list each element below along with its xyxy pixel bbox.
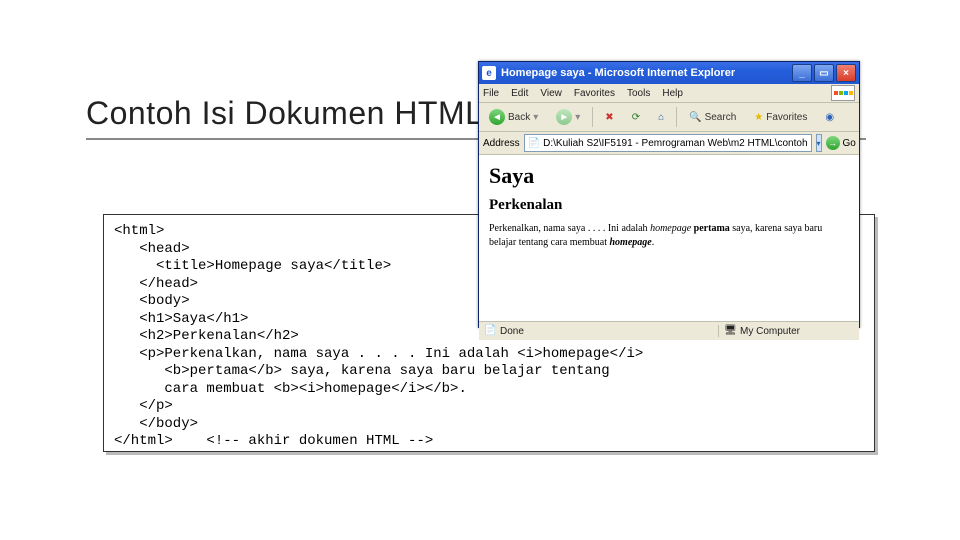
zone-text: My Computer [740,326,800,337]
separator [676,107,677,127]
my-computer-icon: 🖥 [724,325,736,337]
search-icon: 🔍 [689,112,701,123]
address-bar: Address 📄 D:\Kuliah S2\IF5191 - Pemrogra… [479,132,859,155]
address-value: D:\Kuliah S2\IF5191 - Pemrograman Web\m2… [543,138,807,149]
go-arrow-icon: → [826,136,840,150]
page-h1: Saya [489,163,849,189]
stop-button[interactable]: ✖ [599,110,619,125]
back-arrow-icon: ◄ [489,109,505,125]
favorites-label: Favorites [766,112,807,123]
address-label: Address [483,138,520,149]
media-icon: ◉ [825,112,834,123]
forward-button[interactable]: ► ▾ [550,107,586,127]
menu-favorites[interactable]: Favorites [574,88,615,99]
menu-edit[interactable]: Edit [511,88,528,99]
titlebar: e Homepage saya - Microsoft Internet Exp… [479,62,859,84]
page-done-icon: 📄 [484,325,496,337]
home-icon: ⌂ [658,112,664,123]
menubar: File Edit View Favorites Tools Help [479,84,859,103]
code-line: <h2>Perkenalan</h2> [114,328,299,344]
toolbar: ◄ Back ▾ ► ▾ ✖ ⟳ ⌂ 🔍 Search ★ Favorites … [479,103,859,132]
code-line: <html> [114,223,164,239]
close-button[interactable]: × [836,64,856,82]
refresh-button[interactable]: ⟳ [626,110,646,125]
go-label: Go [843,138,856,149]
code-line: <title>Homepage saya</title> [114,258,391,274]
code-line: </head> [114,276,198,292]
text: . [652,237,655,248]
page-paragraph: Perkenalkan, nama saya . . . . Ini adala… [489,222,849,250]
address-input[interactable]: 📄 D:\Kuliah S2\IF5191 - Pemrograman Web\… [524,134,812,152]
menu-view[interactable]: View [540,88,562,99]
slide: Contoh Isi Dokumen HTML <html> <head> <t… [0,0,960,540]
code-line: <body> [114,293,190,309]
back-label: Back [508,112,530,123]
back-button[interactable]: ◄ Back ▾ [483,107,544,127]
status-text: Done [500,326,524,337]
stop-icon: ✖ [605,112,613,123]
status-bar: 📄 Done 🖥 My Computer [479,321,859,340]
address-dropdown-button[interactable]: ▾ [816,134,822,152]
code-line: <head> [114,241,190,257]
maximize-button[interactable]: ▭ [814,64,834,82]
menu-tools[interactable]: Tools [627,88,650,99]
browser-window: e Homepage saya - Microsoft Internet Exp… [478,61,860,328]
menu-help[interactable]: Help [662,88,683,99]
minimize-button[interactable]: _ [792,64,812,82]
code-line: <h1>Saya</h1> [114,311,248,327]
window-title: Homepage saya - Microsoft Internet Explo… [501,67,790,79]
favorites-button[interactable]: ★ Favorites [748,110,813,125]
text-italic: homepage [650,223,691,234]
menu-file[interactable]: File [483,88,499,99]
page-content: Saya Perkenalan Perkenalkan, nama saya .… [479,155,859,321]
code-line: </html> <!-- akhir dokumen HTML --> [114,433,433,449]
search-label: Search [705,112,737,123]
code-line: cara membuat <b><i>homepage</i></b>. [114,381,467,397]
code-line: </body> [114,416,198,432]
go-button[interactable]: → Go [826,136,856,150]
home-button[interactable]: ⌂ [652,110,670,125]
dropdown-icon: ▾ [533,112,538,123]
dropdown-icon: ▾ [575,112,580,123]
refresh-icon: ⟳ [632,112,640,123]
media-button[interactable]: ◉ [819,110,840,125]
separator [592,107,593,127]
text-bold-italic: homepage [610,237,652,248]
ie-icon: e [482,66,496,80]
code-line: </p> [114,398,173,414]
star-icon: ★ [754,112,763,123]
windows-logo-icon [831,85,855,101]
text: Perkenalkan, nama saya . . . . Ini adala… [489,223,650,234]
code-line: <p>Perkenalkan, nama saya . . . . Ini ad… [114,346,643,362]
forward-arrow-icon: ► [556,109,572,125]
search-button[interactable]: 🔍 Search [683,110,742,125]
page-icon: 📄 [528,138,540,149]
page-h2: Perkenalan [489,197,849,214]
text-bold: pertama [694,223,730,234]
code-line: <b>pertama</b> saya, karena saya baru be… [114,363,610,379]
